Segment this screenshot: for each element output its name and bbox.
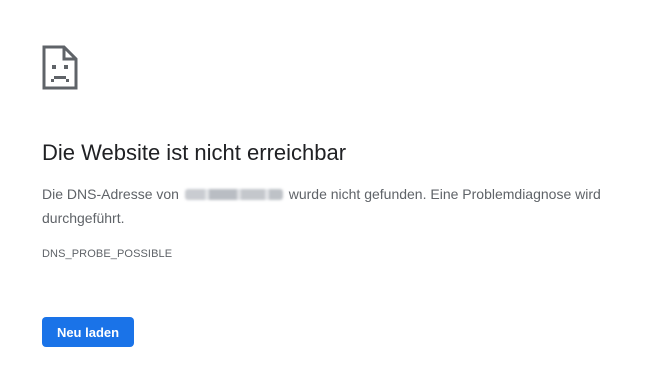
page-title: Die Website ist nicht erreichbar (42, 140, 347, 165)
error-page: Die Website ist nicht erreichbar Die DNS… (42, 0, 642, 382)
description-prefix: Die DNS-Adresse von (42, 186, 179, 202)
reload-button[interactable]: Neu laden (42, 317, 134, 347)
error-code: DNS_PROBE_POSSIBLE (42, 248, 173, 260)
sad-document-icon (42, 45, 78, 90)
blurred-hostname (184, 189, 283, 200)
error-description: Die DNS-Adresse von wurde nicht gefunden… (42, 182, 642, 230)
